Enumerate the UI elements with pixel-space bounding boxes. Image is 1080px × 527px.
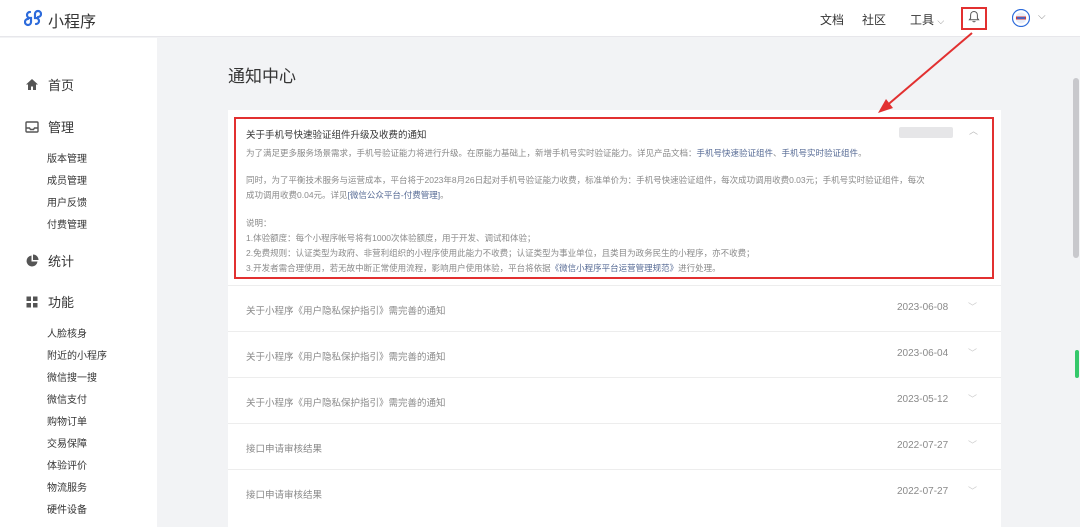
notice-text: 为了满足更多服务场景需求，手机号验证能力将进行升级。在原能力基础上，新增手机号实… [246, 148, 697, 158]
scroll-marker [1075, 350, 1079, 378]
notice-row-title: 接口申请审核结果 [246, 490, 323, 501]
notice-notes: 说明： 1.体验额度：每个小程序帐号将有1000次体验额度，用于开发、调试和体验… [246, 216, 966, 276]
notice-row-title: 关于小程序《用户隐私保护指引》需完善的通知 [246, 398, 446, 409]
page-title: 通知中心 [228, 67, 296, 86]
notice-row[interactable]: 关于小程序《用户隐私保护指引》需完善的通知 2023-05-12 ﹀ [228, 377, 1001, 423]
chevron-down-icon[interactable]: ﹀ [968, 346, 977, 359]
sidebar-item-label: 首页 [48, 78, 75, 93]
nav-docs[interactable]: 文档 [820, 11, 844, 28]
link-operation-rules[interactable]: 《微信小程序平台运营管理规范》 [551, 263, 679, 273]
bell-icon [968, 10, 980, 28]
notice-note: 1.体验额度：每个小程序帐号将有1000次体验额度，用于开发、调试和体验； [246, 233, 536, 243]
notice-row-date: 2023-06-08 [897, 302, 949, 313]
notice-note: 说明： [246, 218, 272, 228]
notice-text: 、 [773, 148, 782, 158]
sidebar-item-trade-guarantee[interactable]: 交易保障 [47, 435, 87, 450]
grid-icon [24, 296, 40, 308]
sidebar-item-payment[interactable]: 付费管理 [47, 216, 87, 231]
notice-text: 成功调用收费0.04元。详见 [246, 190, 348, 200]
chevron-down-icon[interactable]: ﹀ [968, 438, 977, 451]
sidebar-item-face-verify[interactable]: 人脸核身 [47, 325, 87, 340]
notice-row-date: 2022-07-27 [897, 486, 949, 497]
notice-paragraph-2: 同时，为了平衡技术服务与运营成本，平台将于2023年8月26日起对手机号验证能力… [246, 173, 966, 203]
notice-paragraph-1: 为了满足更多服务场景需求，手机号验证能力将进行升级。在原能力基础上，新增手机号实… [246, 146, 966, 161]
notice-text: 。 [440, 190, 449, 200]
nav-tools[interactable]: 工具 ⌵ [910, 11, 944, 28]
chevron-up-icon[interactable]: ︿ [969, 124, 978, 137]
sidebar-item-members[interactable]: 成员管理 [47, 172, 87, 187]
sidebar-item-nearby[interactable]: 附近的小程序 [47, 347, 107, 362]
link-payment-management[interactable]: [微信公众平台-付费管理] [348, 190, 441, 200]
home-icon [24, 78, 40, 91]
chevron-down-icon: ⌵ [937, 16, 945, 26]
notice-row-date: 2023-06-04 [897, 348, 949, 359]
link-quick-verify[interactable]: 手机号快速验证组件 [697, 148, 774, 158]
sidebar-item-pay[interactable]: 微信支付 [47, 391, 87, 406]
notice-note: 2.免费规则：认证类型为政府、非营利组织的小程序使用此能力不收费；认证类型为事业… [246, 248, 755, 258]
sidebar-item-stats[interactable]: 统计 [24, 251, 74, 270]
nav-tools-label: 工具 [910, 13, 935, 27]
sidebar-item-label: 功能 [48, 295, 75, 310]
sidebar-item-version[interactable]: 版本管理 [47, 150, 87, 165]
notice-note-line: 3.开发者需合理使用，若无故中断正常使用流程，影响用户使用体验，平台将依据《微信… [246, 261, 966, 276]
notice-row-title: 关于小程序《用户隐私保护指引》需完善的通知 [246, 306, 446, 317]
notice-row-date: 2023-05-12 [897, 394, 949, 405]
notice-row[interactable]: 接口申请审核结果 2022-07-27 ﹀ [228, 469, 1001, 515]
chevron-down-icon[interactable]: ﹀ [968, 392, 977, 405]
notice-title: 关于手机号快速验证组件升级及收费的通知 [246, 130, 427, 141]
inbox-icon [24, 120, 40, 133]
notice-note: 进行处理。 [678, 263, 721, 273]
notice-row[interactable]: 关于小程序《用户隐私保护指引》需完善的通知 2023-06-08 ﹀ [228, 285, 1001, 331]
notice-text: 同时，为了平衡技术服务与运营成本，平台将于2023年8月26日起对手机号验证能力… [246, 175, 925, 185]
notice-expanded[interactable]: 关于手机号快速验证组件升级及收费的通知 ︿ 为了满足更多服务场景需求，手机号验证… [234, 117, 994, 279]
link-realtime-verify[interactable]: 手机号实时验证组件 [782, 148, 859, 158]
notice-row-title: 接口申请审核结果 [246, 444, 323, 455]
chevron-down-icon[interactable]: ﹀ [968, 484, 977, 497]
logo[interactable]: 小程序 [23, 8, 97, 32]
page-scrollbar[interactable] [1072, 38, 1080, 527]
sidebar-item-manage[interactable]: 管理 [24, 117, 74, 136]
chevron-down-icon[interactable]: ﹀ [968, 300, 977, 313]
avatar[interactable] [1011, 8, 1031, 28]
app-title: 小程序 [48, 14, 97, 31]
sidebar-item-feedback[interactable]: 用户反馈 [47, 194, 87, 209]
sidebar: 首页 管理 版本管理 成员管理 用户反馈 付费管理 统计 功能 人脸核身 附近的… [0, 38, 157, 527]
mini-program-logo-icon [23, 9, 43, 32]
scrollbar-thumb[interactable] [1073, 78, 1079, 258]
pie-chart-icon [24, 254, 40, 268]
chevron-down-icon[interactable]: ⌵ [1038, 11, 1046, 22]
notification-bell-button[interactable] [961, 7, 987, 30]
notice-row-title: 关于小程序《用户隐私保护指引》需完善的通知 [246, 352, 446, 363]
notice-date-blurred [899, 127, 953, 138]
sidebar-item-orders[interactable]: 购物订单 [47, 413, 87, 428]
sidebar-item-hardware[interactable]: 硬件设备 [47, 501, 87, 516]
notice-note: 3.开发者需合理使用，若无故中断正常使用流程，影响用户使用体验，平台将依据 [246, 263, 551, 273]
sidebar-item-search[interactable]: 微信搜一搜 [47, 369, 97, 384]
sidebar-item-label: 统计 [48, 254, 75, 269]
sidebar-item-logistics[interactable]: 物流服务 [47, 479, 87, 494]
sidebar-item-home[interactable]: 首页 [24, 75, 74, 94]
notice-text: 。 [858, 148, 867, 158]
sidebar-item-functions[interactable]: 功能 [24, 292, 74, 311]
notice-row[interactable]: 接口申请审核结果 2022-07-27 ﹀ [228, 423, 1001, 469]
notice-text-line: 成功调用收费0.04元。详见[微信公众平台-付费管理]。 [246, 188, 966, 203]
sidebar-item-reviews[interactable]: 体验评价 [47, 457, 87, 472]
nav-community[interactable]: 社区 [862, 11, 886, 28]
notice-row-date: 2022-07-27 [897, 440, 949, 451]
sidebar-item-label: 管理 [48, 120, 75, 135]
top-bar: 小程序 文档 社区 工具 ⌵ ⌵ [0, 0, 1080, 37]
notice-row[interactable]: 关于小程序《用户隐私保护指引》需完善的通知 2023-06-04 ﹀ [228, 331, 1001, 377]
